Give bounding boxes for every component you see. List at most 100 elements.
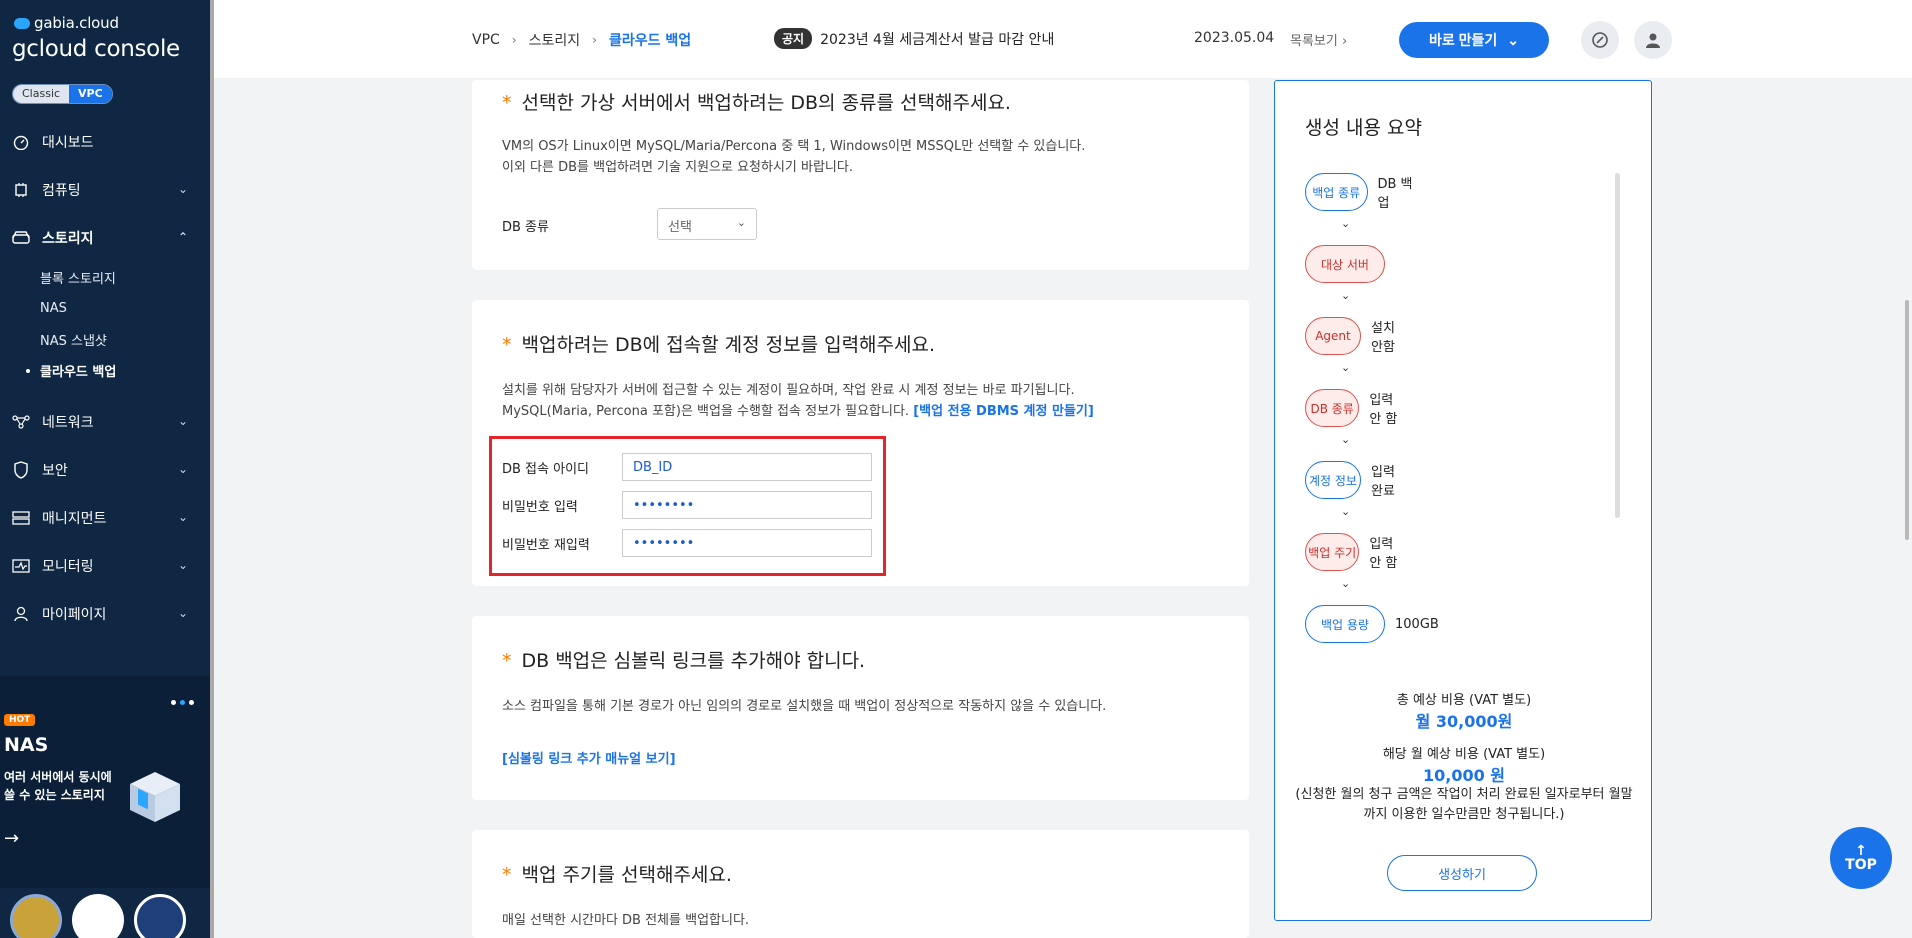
summary-step: 계정 정보 입력 완료 — [1305, 461, 1407, 499]
nav-sub-block-storage[interactable]: 블록 스토리지 — [0, 262, 210, 293]
mode-vpc[interactable]: VPC — [69, 85, 112, 103]
cloud-service-badge-icon — [72, 894, 124, 938]
nav-label: 보안 — [42, 463, 68, 479]
summary-step: 백업 용량 100GB — [1305, 605, 1439, 643]
mode-classic[interactable]: Classic — [13, 85, 70, 103]
step-pill: 대상 서버 — [1305, 245, 1385, 283]
nav-label: 네트워크 — [42, 415, 94, 431]
page-scrollbar[interactable] — [1905, 300, 1909, 540]
breadcrumb-item[interactable]: 스토리지 — [529, 30, 581, 50]
chevron-down-icon: ⌄ — [736, 216, 746, 229]
nav-label: 스토리지 — [42, 231, 94, 247]
db-id-label: DB 접속 아이디 — [502, 462, 589, 477]
nav-sub-nas[interactable]: NAS — [0, 293, 210, 324]
shield-icon — [12, 461, 30, 479]
step-pill: 백업 주기 — [1305, 533, 1360, 571]
summary-panel: 생성 내용 요약 백업 종류 DB 백업 ⌄ 대상 서버 ⌄ Agent 설치 안함… — [1274, 80, 1652, 921]
profile-icon[interactable] — [1634, 21, 1672, 59]
notice-text[interactable]: 2023년 4월 세금계산서 발급 마감 안내 — [820, 29, 1054, 49]
user-icon — [12, 605, 30, 623]
step-pill: 백업 용량 — [1305, 605, 1385, 643]
create-submit-button[interactable]: 생성하기 — [1387, 855, 1537, 891]
password-confirm-label: 비밀번호 재입력 — [502, 538, 590, 553]
scroll-top-button[interactable]: ↑ TOP — [1830, 827, 1892, 889]
nav-security[interactable]: 보안 ⌄ — [0, 446, 210, 494]
mode-toggle[interactable]: Classic VPC — [12, 84, 113, 104]
main-nav: 대시보드 컴퓨팅 ⌄ 스토리지 ⌃ 블록 스토리지 NAS NAS 스냅샷 클라… — [0, 118, 210, 638]
console-title[interactable]: gcloud console — [12, 36, 180, 62]
step-pill: 계정 정보 — [1305, 461, 1361, 499]
nas-box-illustration — [130, 772, 180, 822]
nav-label: 마이페이지 — [42, 607, 107, 623]
summary-scrollbar[interactable] — [1615, 173, 1620, 518]
summary-step: 백업 주기 입력 안 함 — [1305, 533, 1407, 571]
breadcrumb: VPC › 스토리지 › 클라우드 백업 — [472, 30, 691, 50]
storage-icon — [12, 229, 30, 247]
promo-title: NAS — [4, 734, 49, 756]
section-desc: 소스 컴파일을 통해 기본 경로가 아닌 임의의 경로로 설치했을 때 백업이 … — [502, 699, 1107, 714]
chevron-down-icon: ⌄ — [177, 606, 188, 620]
arrow-right-icon[interactable]: → — [4, 828, 19, 849]
chevron-down-icon: ⌄ — [177, 182, 188, 196]
symlink-manual-link[interactable]: [심볼링 링크 추가 매뉴얼 보기] — [502, 748, 676, 767]
notice-list-link[interactable]: 목록보기 › — [1290, 30, 1347, 49]
step-pill: 백업 종류 — [1305, 173, 1368, 211]
section-title: * 선택한 가상 서버에서 백업하려는 DB의 종류를 선택해주세요. — [502, 92, 1011, 114]
section-desc: 설치를 위해 담당자가 서버에 접근할 수 있는 계정이 필요하며, 작업 완료… — [502, 383, 1094, 419]
nav-label: 대시보드 — [42, 135, 94, 151]
chevron-up-icon: ⌃ — [177, 230, 188, 244]
chevron-down-icon: ⌄ — [177, 462, 188, 476]
breadcrumb-item[interactable]: VPC — [472, 32, 500, 48]
section-desc: 매일 선택한 시간마다 DB 전체를 백업합니다. — [502, 913, 750, 928]
promo-banner[interactable]: HOT NAS 여러 서버에서 동시에 쓸 수 있는 스토리지 → — [0, 676, 210, 888]
nav-storage[interactable]: 스토리지 ⌃ — [0, 214, 210, 262]
quick-create-button[interactable]: 바로 만들기 ⌄ — [1399, 22, 1549, 58]
dashboard-icon — [12, 133, 30, 151]
summary-step: DB 종류 입력 안 함 — [1305, 389, 1407, 427]
nav-label: 컴퓨팅 — [42, 183, 81, 199]
create-dbms-account-link[interactable]: [백업 전용 DBMS 계정 만들기] — [913, 404, 1094, 419]
password-input[interactable]: •••••••• — [622, 491, 872, 519]
sidebar: gabia.cloud gcloud console Classic VPC 대… — [0, 0, 210, 938]
promo-desc: 여러 서버에서 동시에 쓸 수 있는 스토리지 — [4, 770, 112, 802]
breadcrumb-current: 클라우드 백업 — [608, 33, 692, 49]
section-desc: VM의 OS가 Linux이면 MySQL/Maria/Percona 중 택 … — [502, 139, 1086, 175]
badge-icon — [10, 894, 62, 938]
monitor-icon — [12, 557, 30, 575]
db-type-select[interactable]: 선택 ⌄ — [657, 208, 757, 240]
section-title: * DB 백업은 심볼릭 링크를 추가해야 합니다. — [502, 650, 866, 672]
backup-cycle-card: * 백업 주기를 선택해주세요. 매일 선택한 시간마다 DB 전체를 백업합니다… — [472, 830, 1249, 938]
summary-step: Agent 설치 안함 — [1305, 317, 1407, 355]
nav-monitoring[interactable]: 모니터링 ⌄ — [0, 542, 210, 590]
symlink-card: * DB 백업은 심볼릭 링크를 추가해야 합니다. 소스 컴파일을 통해 기본 … — [472, 616, 1249, 800]
nav-network[interactable]: 네트워크 ⌄ — [0, 398, 210, 446]
section-title: * 백업하려는 DB에 접속할 계정 정보를 입력해주세요. — [502, 334, 936, 356]
nav-sub-nas-snapshot[interactable]: NAS 스냅샷 — [0, 324, 210, 355]
step-pill: Agent — [1305, 317, 1361, 355]
db-id-input[interactable]: DB_ID — [622, 453, 872, 481]
brand-logo[interactable]: gabia.cloud — [14, 14, 119, 32]
nav-mypage[interactable]: 마이페이지 ⌄ — [0, 590, 210, 638]
chevron-down-icon: ⌄ — [177, 510, 188, 524]
nav-dashboard[interactable]: 대시보드 — [0, 118, 210, 166]
notice[interactable]: 공지 2023년 4월 세금계산서 발급 마감 안내 — [774, 28, 1054, 49]
total-cost: 총 예상 비용 (VAT 별도) 월 30,000원 — [1396, 693, 1532, 731]
nav-sub-cloud-backup[interactable]: 클라우드 백업 — [0, 355, 210, 386]
chat-icon[interactable] — [1581, 21, 1619, 59]
carousel-dots[interactable] — [171, 700, 194, 705]
chevron-down-icon: ⌄ — [1341, 505, 1351, 518]
nav-computing[interactable]: 컴퓨팅 ⌄ — [0, 166, 210, 214]
summary-title: 생성 내용 요약 — [1305, 117, 1422, 139]
nav-management[interactable]: 매니지먼트 ⌄ — [0, 494, 210, 542]
password-confirm-input[interactable]: •••••••• — [622, 529, 872, 557]
chevron-down-icon: ⌄ — [177, 414, 188, 428]
step-pill: DB 종류 — [1305, 389, 1360, 427]
management-icon — [12, 509, 30, 527]
db-type-label: DB 종류 — [502, 220, 549, 235]
chevron-down-icon: ⌄ — [1341, 577, 1351, 590]
chevron-down-icon: ⌄ — [1341, 217, 1351, 230]
chevron-down-icon: ⌄ — [1507, 31, 1520, 48]
chevron-right-icon: › — [511, 33, 517, 47]
arrow-up-icon: ↑ — [1855, 843, 1867, 859]
sidebar-scrollbar[interactable] — [210, 0, 214, 938]
